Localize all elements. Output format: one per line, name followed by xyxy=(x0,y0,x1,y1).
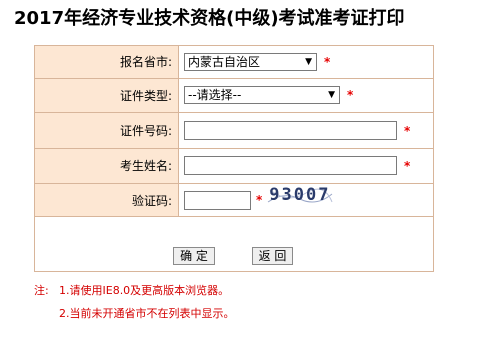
id-type-selected-value: --请选择-- xyxy=(188,88,242,103)
province-selected-value: 内蒙古自治区 xyxy=(188,54,261,69)
id-number-label: 证件号码: xyxy=(34,112,179,149)
captcha-input[interactable] xyxy=(184,190,251,210)
back-button[interactable]: 返 回 xyxy=(252,247,293,265)
row-id-type: 证件类型: --请选择-- ▼ * xyxy=(34,77,434,114)
captcha-text: 93007 xyxy=(269,185,331,205)
province-select[interactable]: 内蒙古自治区 ▼ xyxy=(184,52,317,71)
required-mark: * xyxy=(404,158,411,173)
name-label: 考生姓名: xyxy=(34,148,179,184)
row-captcha: 验证码: * 93007 xyxy=(34,182,434,218)
captcha-label: 验证码: xyxy=(34,182,179,218)
confirm-button[interactable]: 确 定 xyxy=(173,247,215,265)
id-type-select[interactable]: --请选择-- ▼ xyxy=(184,86,340,105)
required-mark: * xyxy=(404,123,411,138)
row-buttons xyxy=(34,216,434,272)
row-province: 报名省市: 内蒙古自治区 ▼ * xyxy=(34,45,434,79)
page-title: 2017年经济专业技术资格(中级)考试准考证打印 xyxy=(14,8,405,29)
id-number-input[interactable] xyxy=(184,121,397,141)
chevron-down-icon: ▼ xyxy=(328,90,335,101)
required-mark: * xyxy=(256,193,263,207)
admission-ticket-form: 报名省市: 内蒙古自治区 ▼ * 证件类型: --请选择-- ▼ * 证件号码:… xyxy=(34,45,434,272)
row-id-number: 证件号码: * xyxy=(34,112,434,149)
row-name: 考生姓名: * xyxy=(34,148,434,184)
note-line-2: 2.当前未开通省市不在列表中显示。 xyxy=(59,307,235,320)
chevron-down-icon: ▼ xyxy=(305,56,312,67)
notes-prefix: 注: xyxy=(34,284,49,297)
required-mark: * xyxy=(324,54,331,69)
name-input[interactable] xyxy=(184,156,397,176)
id-type-label: 证件类型: xyxy=(34,77,179,114)
province-label: 报名省市: xyxy=(34,45,179,79)
required-mark: * xyxy=(347,88,354,103)
note-line-1: 1.请使用IE8.0及更高版本浏览器。 xyxy=(59,284,230,297)
captcha-image[interactable]: 93007 xyxy=(266,185,335,207)
